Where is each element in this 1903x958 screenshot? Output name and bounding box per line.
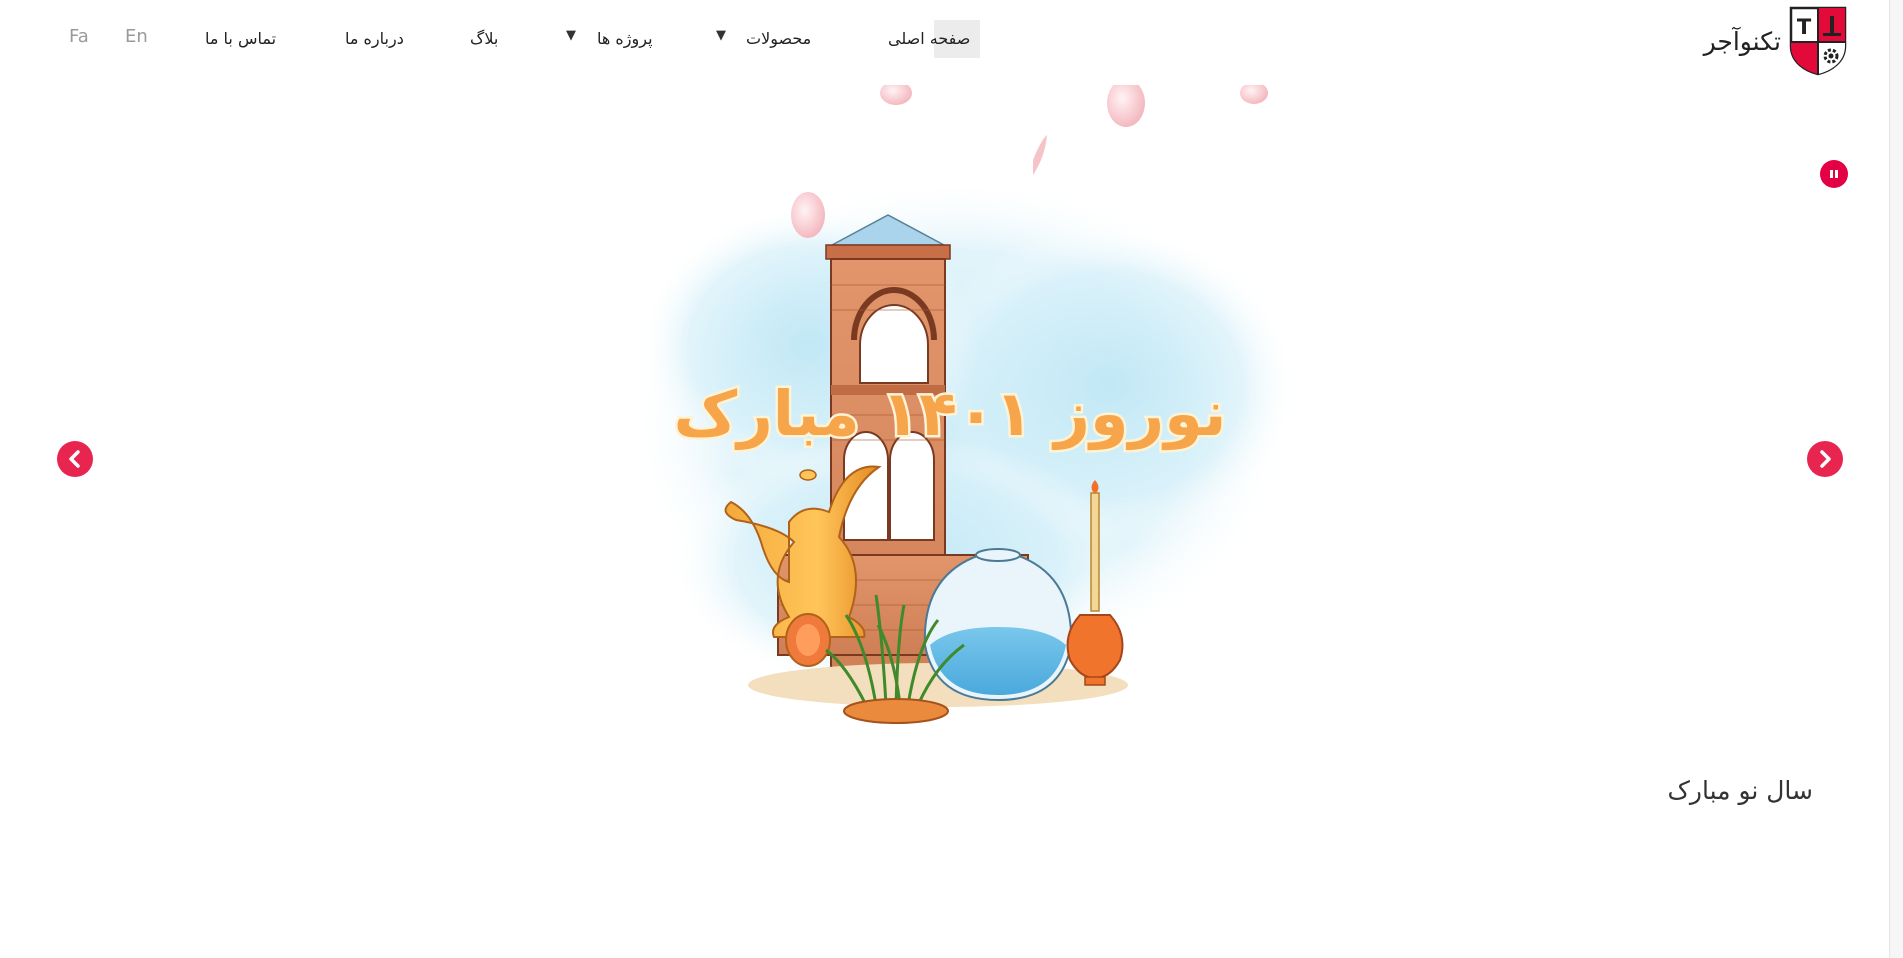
- chevron-left-icon: [69, 450, 80, 468]
- site-header: T تکنوآجر صفحه اصلی محصولات ▼ پروژه ها ▼…: [0, 0, 1903, 80]
- chevron-right-icon: [1820, 450, 1831, 468]
- nav-item-projects[interactable]: پروژه ها: [597, 20, 653, 58]
- projects-dropdown-caret-icon[interactable]: ▼: [566, 28, 576, 43]
- slider-next-button[interactable]: [1807, 441, 1843, 477]
- slider-prev-button[interactable]: [57, 441, 93, 477]
- lang-en-link[interactable]: En: [125, 26, 148, 47]
- shield-letter: T: [1797, 15, 1812, 39]
- brand-name: تکنوآجر: [1703, 26, 1781, 56]
- slide-caption: سال نو مبارک: [1667, 776, 1814, 805]
- slide-banner-text: نوروز ۱۴۰۱ مبارک: [674, 377, 1227, 450]
- pause-icon: [1830, 170, 1838, 178]
- lang-fa-link[interactable]: Fa: [69, 26, 89, 47]
- nav-item-products[interactable]: محصولات: [746, 20, 811, 58]
- brand-logo-link[interactable]: T تکنوآجر: [1704, 6, 1847, 76]
- slide-image: نوروز ۱۴۰۱ مبارک: [578, 85, 1320, 773]
- nav-item-home[interactable]: صفحه اصلی: [888, 20, 970, 58]
- nav-item-blog[interactable]: بلاگ: [470, 20, 498, 58]
- products-dropdown-caret-icon[interactable]: ▼: [716, 28, 726, 43]
- nowruz-illustration: نوروز ۱۴۰۱ مبارک: [578, 85, 1320, 773]
- shield-logo-icon: T: [1789, 6, 1847, 76]
- slider-pause-button[interactable]: [1820, 160, 1848, 188]
- page-scrollbar[interactable]: [1889, 0, 1903, 958]
- nav-item-about[interactable]: درباره ما: [345, 20, 404, 58]
- nav-item-contact[interactable]: تماس با ما: [205, 20, 276, 58]
